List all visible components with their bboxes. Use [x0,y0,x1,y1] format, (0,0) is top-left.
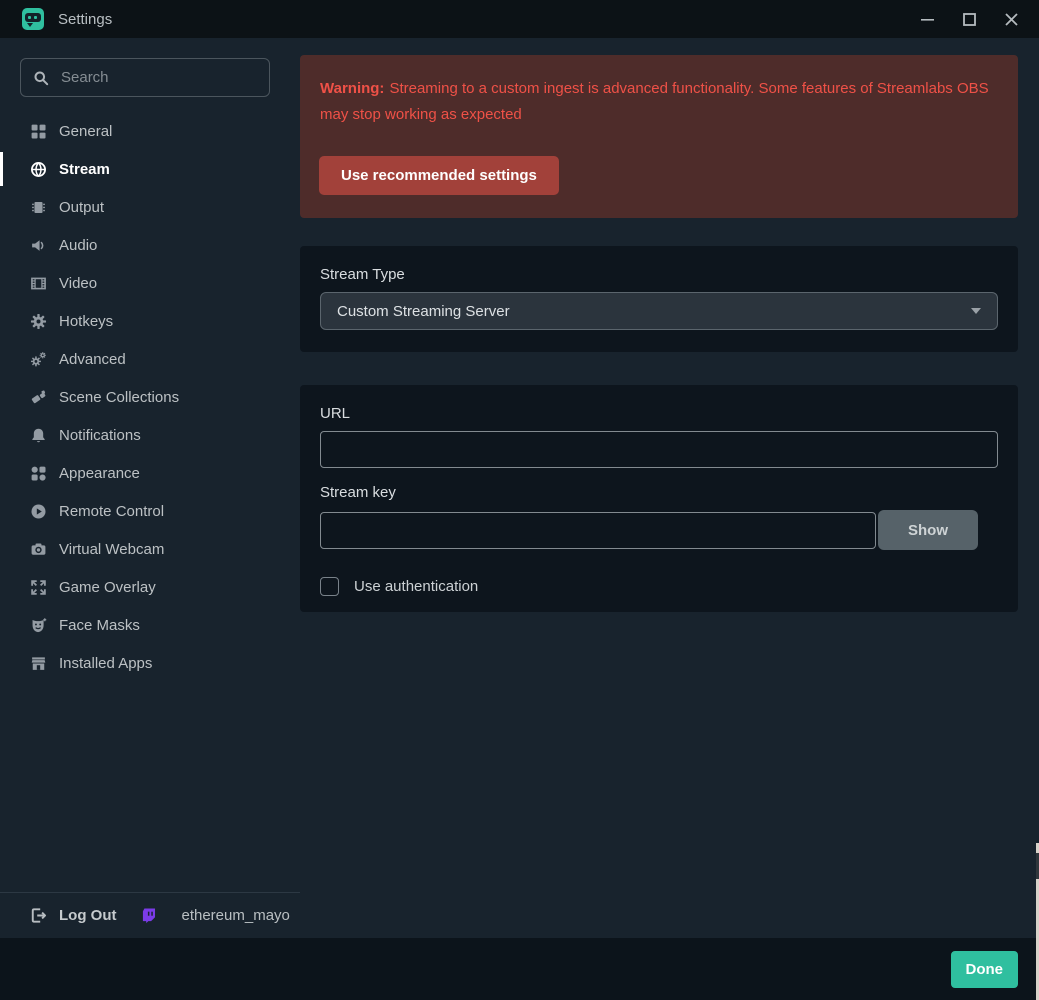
sidebar-item-advanced[interactable]: Advanced [0,340,300,378]
chip-icon [30,199,48,216]
stream-type-value: Custom Streaming Server [337,302,510,320]
sidebar-item-label: Hotkeys [59,312,114,330]
url-input[interactable] [320,431,998,468]
streamlabs-logo-icon [22,8,44,30]
stream-type-select[interactable]: Custom Streaming Server [320,292,998,330]
settings-content: Warning: Streaming to a custom ingest is … [300,38,1039,938]
sidebar-item-audio[interactable]: Audio [0,226,300,264]
show-key-button[interactable]: Show [878,510,978,550]
sidebar-item-face-masks[interactable]: Face Masks [0,606,300,644]
sidebar-footer: Log Out ethereum_mayo [0,892,300,938]
logout-button[interactable]: Log Out [30,907,116,924]
sidebar-item-label: Remote Control [59,502,165,520]
bell-icon [30,427,48,444]
titlebar: Settings [0,0,1039,38]
use-recommended-settings-button[interactable]: Use recommended settings [319,156,559,195]
warning-prefix: Warning: [320,80,385,97]
account-username: ethereum_mayo [181,907,290,924]
sidebar-item-label: General [59,122,113,140]
close-icon[interactable] [997,6,1025,32]
sidebar-item-label: Scene Collections [59,388,180,406]
shapes-icon [30,465,48,482]
url-label: URL [320,405,351,422]
stream-type-section: Stream Type Custom Streaming Server [300,246,1018,352]
stream-type-label: Stream Type [320,266,405,283]
sidebar-item-game-overlay[interactable]: Game Overlay [0,568,300,606]
sidebar-item-general[interactable]: General [0,112,300,150]
warning-banner: Warning: Streaming to a custom ingest is … [300,55,1018,218]
window-controls [913,6,1025,32]
custom-server-section: URL Stream key Show Use authentication [300,385,1018,612]
sidebar-item-scene-collections[interactable]: Scene Collections [0,378,300,416]
use-authentication-label: Use authentication [354,578,479,595]
stream-key-input[interactable] [320,511,876,549]
globe-icon [30,161,48,178]
camera-icon [30,541,48,558]
logout-label: Log Out [59,907,117,924]
gears-icon [30,351,48,368]
use-authentication-checkbox[interactable] [320,577,339,596]
search-input[interactable] [61,69,260,86]
grid-icon [30,123,48,140]
done-button[interactable]: Done [950,951,1018,988]
warning-message: Streaming to a custom ingest is advanced… [320,80,989,123]
sidebar-item-label: Notifications [59,426,141,444]
sidebar-item-label: Stream [59,160,110,178]
speaker-icon [30,237,48,254]
sidebar-item-label: Virtual Webcam [59,540,165,558]
search-icon [33,70,49,86]
sidebar-item-notifications[interactable]: Notifications [0,416,300,454]
sidebar-item-label: Appearance [59,464,140,482]
gear-icon [30,313,48,330]
settings-window: Settings General [0,0,1039,1000]
active-indicator [0,152,3,186]
mask-icon [30,617,48,634]
sidebar-item-label: Face Masks [59,616,140,634]
sidebar-item-label: Advanced [59,350,126,368]
sidebar-item-virtual-webcam[interactable]: Virtual Webcam [0,530,300,568]
sidebar-item-output[interactable]: Output [0,188,300,226]
sidebar-item-appearance[interactable]: Appearance [0,454,300,492]
sidebar-item-label: Game Overlay [59,578,156,596]
play-circle-icon [30,503,48,520]
sidebar-item-label: Output [59,198,105,216]
account-info: ethereum_mayo [141,907,290,924]
twitch-icon [141,907,159,924]
sidebar-item-label: Installed Apps [59,654,153,672]
sidebar-item-label: Audio [59,236,98,254]
expand-arrows-icon [30,579,48,596]
minimize-icon[interactable] [913,6,941,32]
stream-key-row: Show [320,510,998,550]
sidebar-item-stream[interactable]: Stream [0,150,300,188]
caret-down-icon [971,308,981,314]
sidebar-item-hotkeys[interactable]: Hotkeys [0,302,300,340]
sidebar-item-video[interactable]: Video [0,264,300,302]
window-title: Settings [58,10,113,28]
collage-icon [30,389,48,406]
logout-icon [30,907,48,924]
maximize-icon[interactable] [955,6,983,32]
sidebar-item-remote-control[interactable]: Remote Control [0,492,300,530]
film-icon [30,275,48,292]
search-box[interactable] [20,58,270,97]
sidebar-item-installed-apps[interactable]: Installed Apps [0,644,300,682]
sidebar-nav: General Stream Output Audio Video Hotkey… [0,112,300,682]
use-authentication-row[interactable]: Use authentication [320,577,998,596]
bottom-bar: Done [0,938,1039,1000]
storefront-icon [30,655,48,672]
stream-key-label: Stream key [320,484,396,501]
warning-text: Warning: Streaming to a custom ingest is … [320,76,998,128]
sidebar-item-label: Video [59,274,98,292]
sidebar: General Stream Output Audio [0,38,300,938]
